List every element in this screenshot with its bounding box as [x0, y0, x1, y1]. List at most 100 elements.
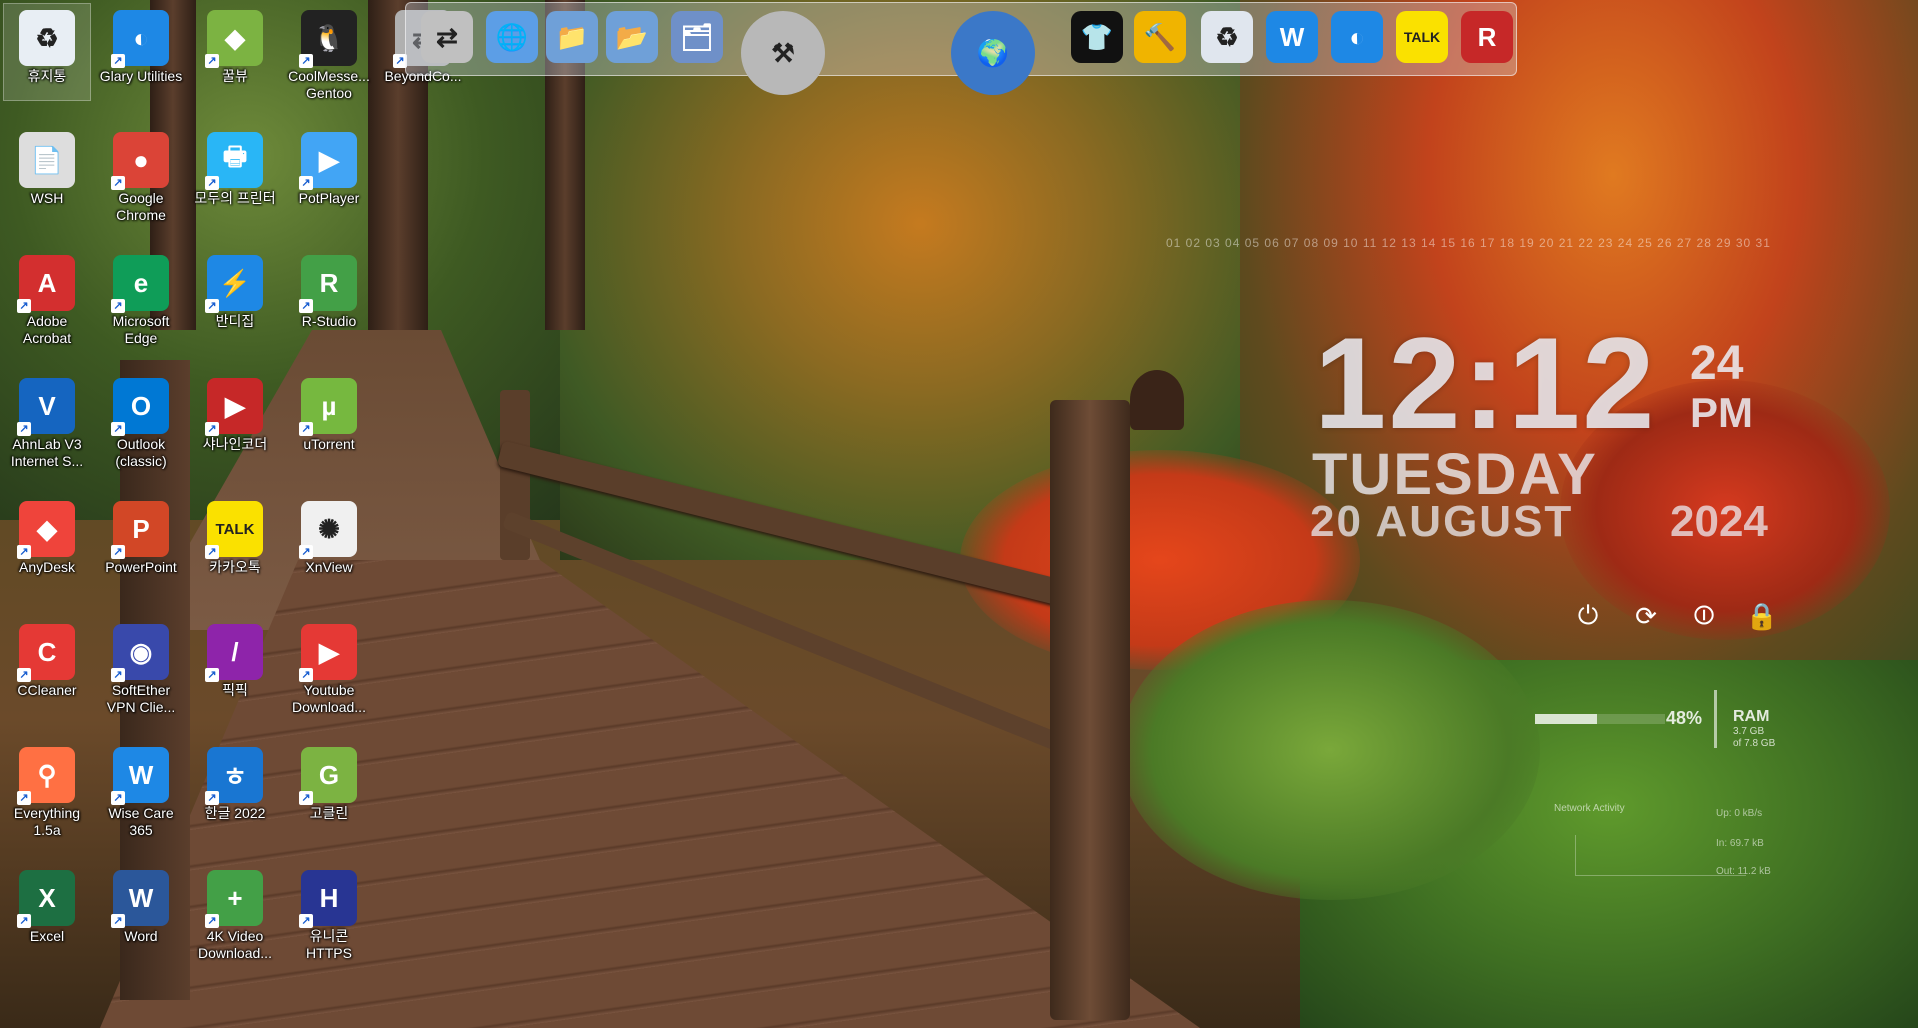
shortcut-arrow-icon: ↗: [111, 914, 125, 928]
desktop-icon-label: SoftEther VPN Clie...: [106, 682, 176, 715]
kakaotalk-icon[interactable]: TALK: [1396, 11, 1448, 63]
honeyview-icon: ◆ ↗: [205, 10, 263, 68]
desktop-icon-label: AhnLab V3 Internet S...: [10, 436, 84, 469]
network-in: In: 69.7 kB: [1716, 838, 1764, 849]
ram-used: 3.7 GB: [1733, 726, 1765, 737]
acrobat-icon: A ↗: [17, 255, 75, 313]
v3-icon: V ↗: [17, 378, 75, 436]
tshirt-icon[interactable]: 👕: [1071, 11, 1123, 63]
desktop-icon-label: Excel: [29, 928, 65, 944]
hammer-icon[interactable]: 🔨: [1134, 11, 1186, 63]
desktop-icon[interactable]: ▶ ↗ Youtube Download...: [286, 618, 372, 715]
desktop-icon[interactable]: e ↗ Microsoft Edge: [98, 249, 184, 346]
shortcut-arrow-icon: ↗: [205, 791, 219, 805]
shortcut-arrow-icon: ↗: [205, 422, 219, 436]
clock-seconds: 24: [1690, 337, 1744, 390]
desktop-icon[interactable]: ● ↗ Google Chrome: [98, 126, 184, 223]
goclean-icon: G ↗: [299, 747, 357, 805]
folder-network-icon[interactable]: 🗂: [671, 11, 723, 63]
anydesk-icon: ◆ ↗: [17, 501, 75, 559]
clock-date: 20 AUGUST: [1310, 497, 1574, 546]
desktop-icon-label: Word: [124, 928, 158, 944]
desktop-icon-label: 모두의 프린터: [194, 190, 276, 206]
desktop-icon-label: Adobe Acrobat: [22, 313, 72, 346]
desktop-icon[interactable]: TALK ↗ 카카오톡: [192, 495, 278, 591]
desktop-icon[interactable]: ◆ ↗ 꿀뷰: [192, 4, 278, 100]
wisecare-icon[interactable]: W: [1266, 11, 1318, 63]
ram-label: RAM: [1733, 708, 1770, 725]
ram-detail: 3.7 GB of 7.8 GB: [1733, 726, 1775, 750]
lock-icon[interactable]: 🔒: [1744, 598, 1780, 634]
desktop-icon[interactable]: + ↗ 4K Video Download...: [192, 864, 278, 961]
desktop-icon-label: Outlook (classic): [115, 436, 167, 469]
desktop-icon[interactable]: H ↗ 유니콘 HTTPS: [286, 864, 372, 961]
desktop-icon[interactable]: ▶ ↗ PotPlayer: [286, 126, 372, 222]
shortcut-arrow-icon: ↗: [299, 54, 313, 68]
folder-icon[interactable]: 📁: [546, 11, 598, 63]
desktop-icon-label: 샤나인코더: [202, 436, 268, 452]
desktop-icon-label: Glary Utilities: [99, 68, 183, 84]
desktop-icon[interactable]: ⚡ ↗ 반디집: [192, 249, 278, 345]
shortcut-arrow-icon: ↗: [299, 299, 313, 313]
ccleaner-icon: C ↗: [17, 624, 75, 682]
shortcut-arrow-icon: ↗: [205, 545, 219, 559]
desktop-icon[interactable]: ✺ ↗ XnView: [286, 495, 372, 591]
top-dock: ⇄ 🌐 📁 📂 🗂 ⚒ 🌍 👕 🔨 ♻ W ◐ TALK R: [405, 2, 1517, 95]
potplayer-icon: ▶ ↗: [299, 132, 357, 190]
network-title: Network Activity: [1554, 803, 1625, 814]
tools-icon[interactable]: ⚒: [741, 11, 825, 95]
shortcut-arrow-icon: ↗: [205, 299, 219, 313]
desktop-icon-label: PowerPoint: [105, 559, 177, 575]
desktop-icon[interactable]: ㅎ ↗ 한글 2022: [192, 741, 278, 837]
shortcut-arrow-icon: ↗: [111, 545, 125, 559]
desktop-icon[interactable]: W ↗ Wise Care 365: [98, 741, 184, 838]
shortcut-arrow-icon: ↗: [17, 299, 31, 313]
desktop-icon[interactable]: A ↗ Adobe Acrobat: [4, 249, 90, 346]
everything-icon: ⚲ ↗: [17, 747, 75, 805]
globe-icon[interactable]: 🌍: [951, 11, 1035, 95]
desktop-icon[interactable]: ◉ ↗ SoftEther VPN Clie...: [98, 618, 184, 715]
desktop-icon-label: AnyDesk: [18, 559, 76, 575]
desktop-icon[interactable]: / ↗ 픽픽: [192, 618, 278, 714]
shortcut-arrow-icon: ↗: [299, 176, 313, 190]
desktop-icon[interactable]: G ↗ 고클린: [286, 741, 372, 837]
globe-document-icon[interactable]: 🌐: [486, 11, 538, 63]
desktop-icon[interactable]: ⚲ ↗ Everything 1.5a: [4, 741, 90, 838]
desktop-icon-label: 유니콘 HTTPS: [306, 928, 352, 961]
desktop-icon[interactable]: 🖶 ↗ 모두의 프린터: [192, 126, 278, 222]
desktop-icon[interactable]: ◐ ↗ Glary Utilities: [98, 4, 184, 100]
excel-icon: X ↗: [17, 870, 75, 928]
ram-usage-fill: [1535, 714, 1598, 724]
logoff-icon[interactable]: ⏼: [1686, 598, 1722, 634]
desktop-icon[interactable]: V ↗ AhnLab V3 Internet S...: [4, 372, 90, 469]
desktop-icon-label: 픽픽: [222, 682, 248, 698]
rstudio-icon[interactable]: R: [1461, 11, 1513, 63]
ram-total: of 7.8 GB: [1733, 738, 1776, 749]
beyondcompare-icon[interactable]: ⇄: [421, 11, 473, 63]
recycle-bin-icon[interactable]: ♻: [1201, 11, 1253, 63]
desktop-icon[interactable]: O ↗ Outlook (classic): [98, 372, 184, 469]
clock-ampm: PM: [1690, 389, 1753, 436]
desktop-icon[interactable]: X ↗ Excel: [4, 864, 90, 960]
power-icon[interactable]: ⏻: [1570, 598, 1606, 634]
folder-open-icon[interactable]: 📂: [606, 11, 658, 63]
desktop-icon-label: WSH: [30, 190, 64, 206]
desktop-icon[interactable]: 📄 WSH: [4, 126, 90, 222]
bandizip-icon: ⚡ ↗: [205, 255, 263, 313]
desktop-icon-label: Youtube Download...: [292, 682, 366, 715]
shortcut-arrow-icon: ↗: [299, 791, 313, 805]
desktop-icon[interactable]: P ↗ PowerPoint: [98, 495, 184, 591]
desktop-icon[interactable]: C ↗ CCleaner: [4, 618, 90, 714]
shortcut-arrow-icon: ↗: [111, 176, 125, 190]
desktop-icon[interactable]: ♻ 휴지통: [3, 3, 91, 101]
desktop-icon-label: PotPlayer: [298, 190, 360, 206]
glary-icon[interactable]: ◐: [1331, 11, 1383, 63]
shana-icon: ▶ ↗: [205, 378, 263, 436]
desktop-icon[interactable]: 🐧 ↗ CoolMesse... Gentoo: [286, 4, 372, 101]
desktop-icon[interactable]: ◆ ↗ AnyDesk: [4, 495, 90, 591]
restart-icon[interactable]: ⟳: [1628, 598, 1664, 634]
desktop-icon[interactable]: W ↗ Word: [98, 864, 184, 960]
desktop-icon[interactable]: ▶ ↗ 샤나인코더: [192, 372, 278, 468]
desktop-icon[interactable]: R ↗ R-Studio: [286, 249, 372, 345]
desktop-icon[interactable]: µ ↗ uTorrent: [286, 372, 372, 468]
